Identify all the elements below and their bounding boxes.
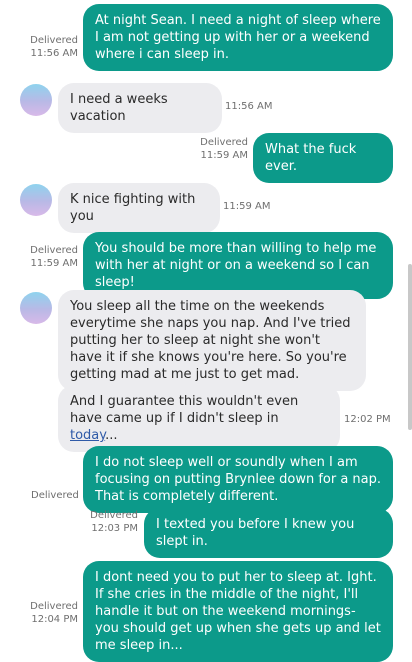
contact-avatar[interactable] xyxy=(20,184,52,216)
scrollbar-thumb[interactable] xyxy=(408,264,412,430)
outgoing-message[interactable]: I do not sleep well or soundly when I am… xyxy=(83,446,393,513)
outgoing-message[interactable]: What the fuck ever. xyxy=(253,133,393,183)
message-status: Delivered 12:04 PM xyxy=(30,601,78,625)
message-time: 11:56 AM xyxy=(225,101,273,112)
incoming-message[interactable]: I need a weeks vacation xyxy=(58,83,222,133)
message-link[interactable]: today xyxy=(70,428,105,443)
outgoing-message[interactable]: At night Sean. I need a night of sleep w… xyxy=(83,4,393,71)
outgoing-message[interactable]: You should be more than willing to help … xyxy=(83,232,393,299)
message-status: Delivered 12:03 PM xyxy=(90,510,138,534)
incoming-message[interactable]: And I guarantee this wouldn't even have … xyxy=(58,385,340,452)
incoming-message[interactable]: You sleep all the time on the weekends e… xyxy=(58,290,366,391)
message-time: 12:02 PM xyxy=(344,414,391,425)
outgoing-message[interactable]: I texted you before I knew you slept in. xyxy=(144,508,393,558)
message-time: 11:59 AM xyxy=(223,201,271,212)
message-status: Delivered 11:59 AM xyxy=(200,137,248,161)
message-status: Delivered 11:56 AM xyxy=(30,35,78,59)
message-status: Delivered 11:59 AM xyxy=(30,245,78,269)
outgoing-message[interactable]: I dont need you to put her to sleep at. … xyxy=(83,561,393,662)
contact-avatar[interactable] xyxy=(20,84,52,116)
contact-avatar[interactable] xyxy=(20,292,52,324)
message-status: Delivered xyxy=(31,490,79,501)
incoming-message[interactable]: K nice fighting with you xyxy=(58,183,220,233)
